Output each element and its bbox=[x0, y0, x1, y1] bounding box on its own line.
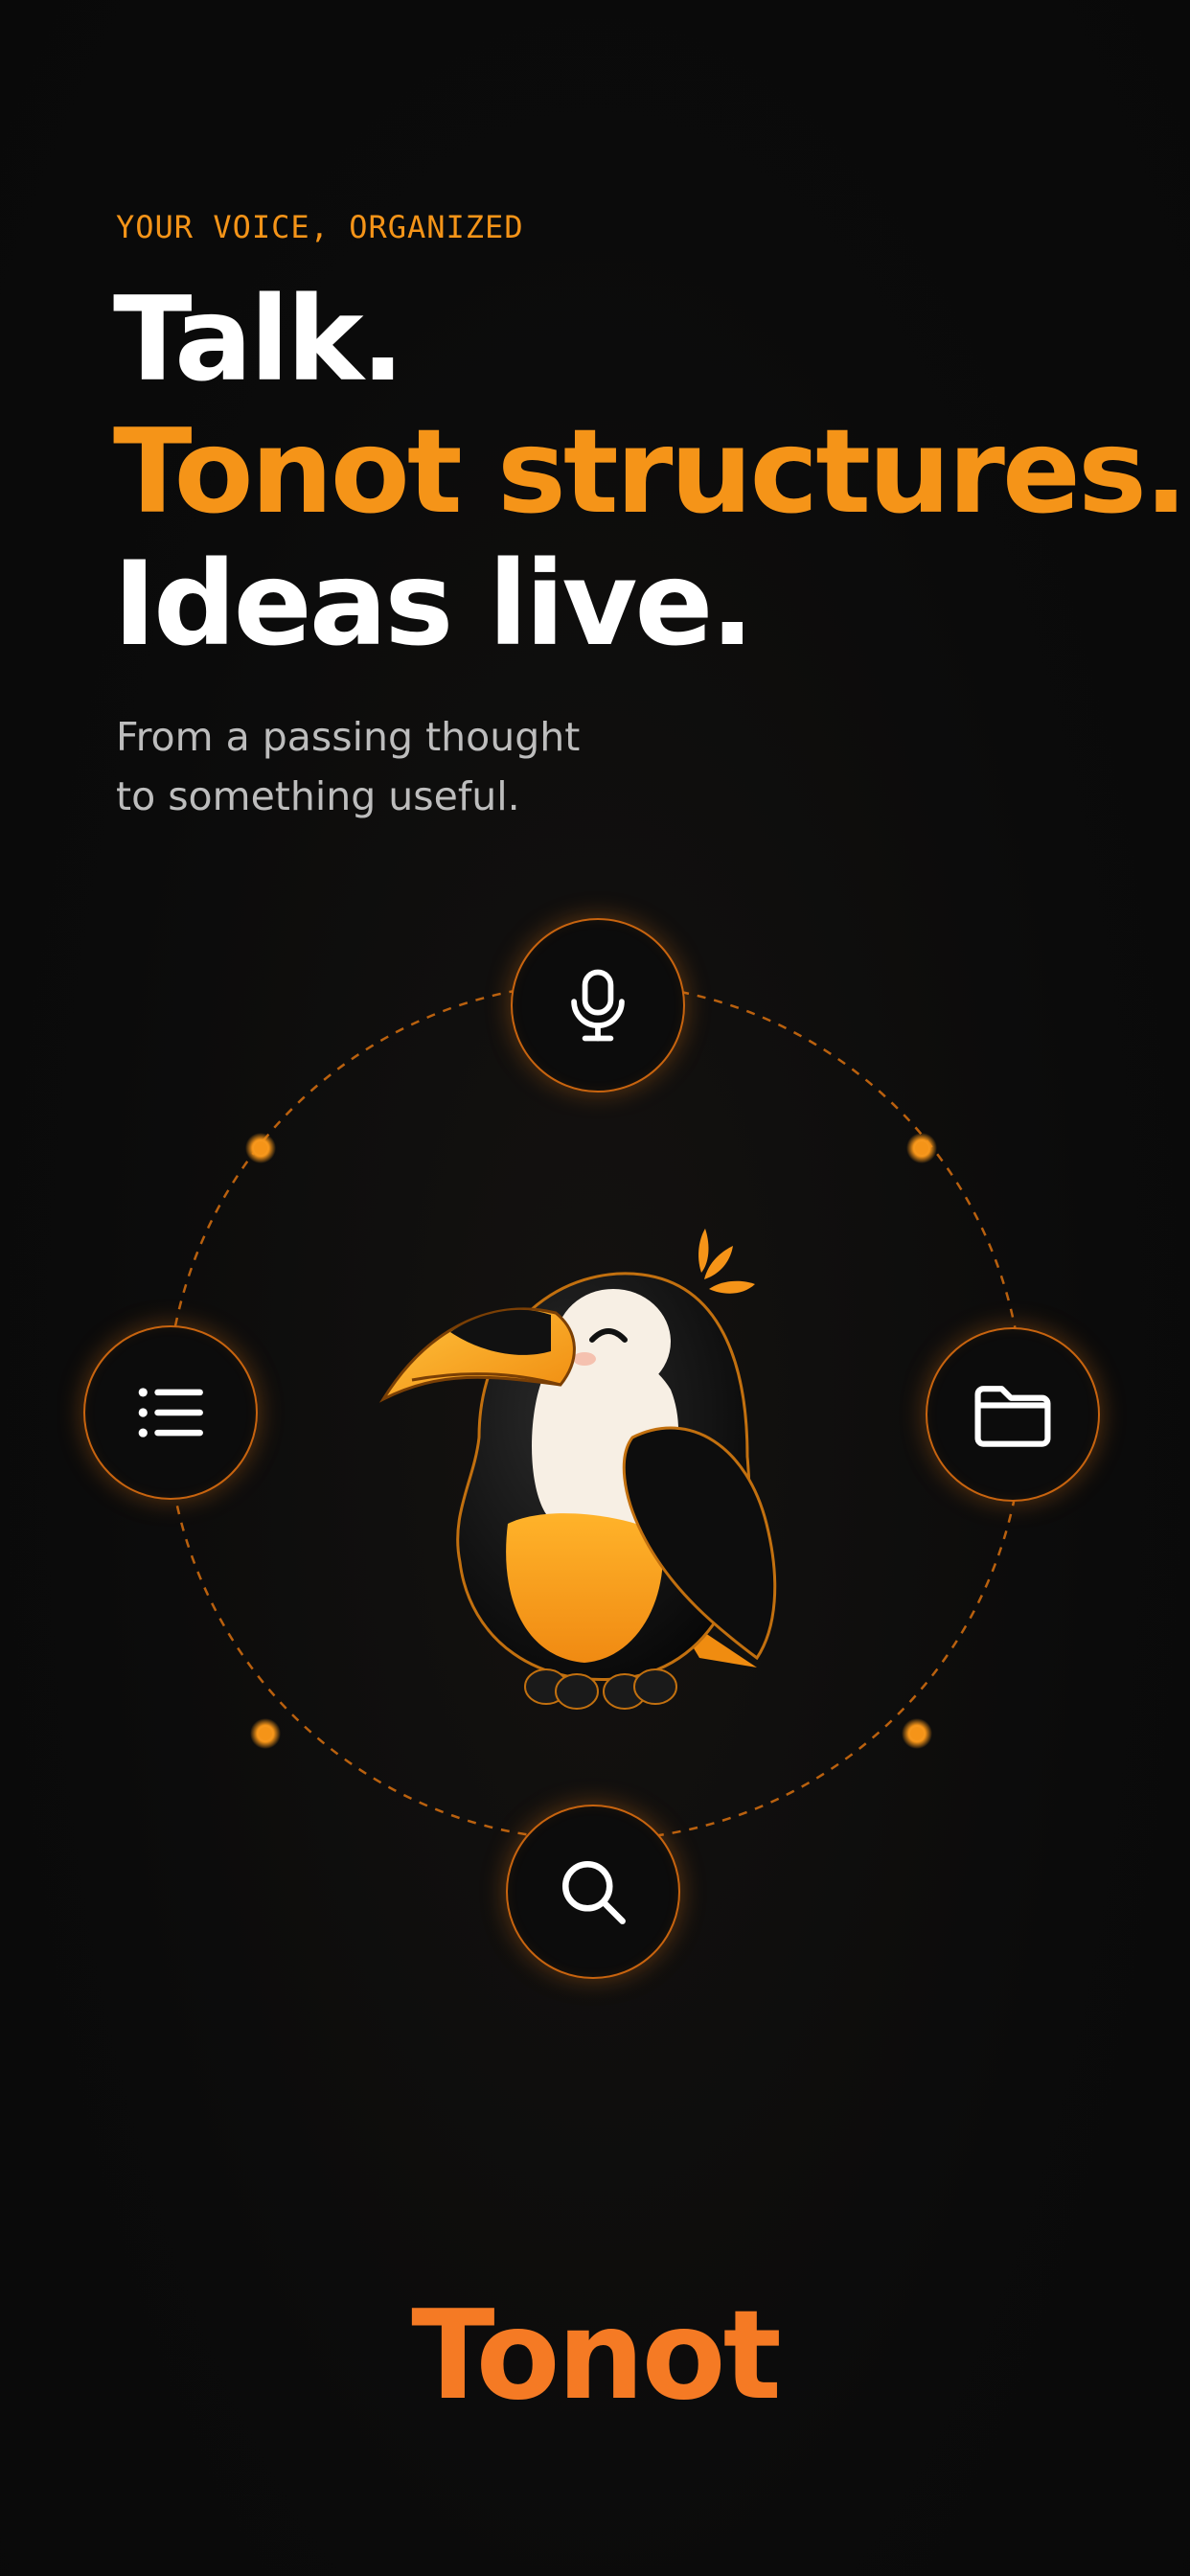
orbit-dot bbox=[902, 1718, 932, 1749]
onboarding-screen: YOUR VOICE, ORGANIZED Talk. Tonot struct… bbox=[0, 0, 1190, 2576]
orbit-dot bbox=[245, 1133, 276, 1163]
folder-button[interactable] bbox=[926, 1327, 1100, 1502]
headline: Talk. Tonot structures. Ideas live. bbox=[113, 272, 1188, 672]
headline-line-structures: Tonot structures. bbox=[113, 404, 1188, 540]
search-button[interactable] bbox=[506, 1805, 680, 1979]
microphone-button[interactable] bbox=[511, 918, 685, 1092]
orbit-dot bbox=[906, 1133, 937, 1163]
microphone-icon bbox=[571, 969, 625, 1042]
headline-line-ideas: Ideas live. bbox=[113, 537, 754, 672]
subtitle-line-1: From a passing thought bbox=[116, 714, 581, 760]
orbit-dot bbox=[250, 1718, 281, 1749]
eyebrow-label: YOUR VOICE, ORGANIZED bbox=[116, 209, 524, 245]
feature-orbit bbox=[0, 891, 1190, 1993]
headline-line-talk: Talk. bbox=[113, 272, 405, 407]
list-icon bbox=[138, 1388, 203, 1438]
brand-logotype: Tonot bbox=[411, 2285, 782, 2427]
subtitle: From a passing thought to something usef… bbox=[116, 707, 580, 826]
toucan-mascot bbox=[378, 1229, 777, 1710]
search-icon bbox=[561, 1860, 626, 1924]
folder-icon bbox=[974, 1386, 1051, 1447]
subtitle-line-2: to something useful. bbox=[116, 773, 520, 819]
list-button[interactable] bbox=[83, 1325, 258, 1500]
